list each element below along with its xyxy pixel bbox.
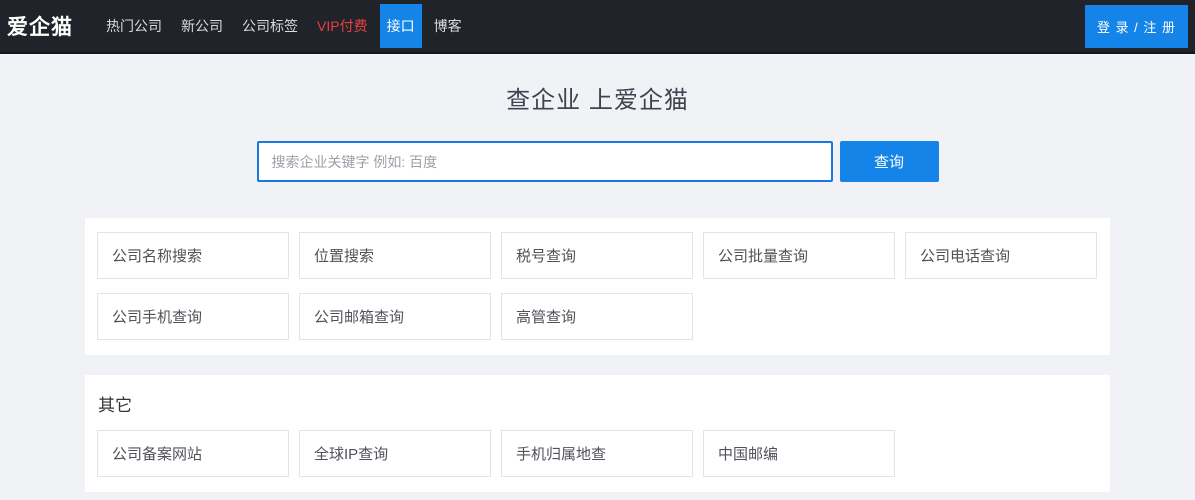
tool-item-executive-query[interactable]: 高管查询 xyxy=(501,293,693,340)
tool-item-batch-company-query[interactable]: 公司批量查询 xyxy=(703,232,895,279)
search-button[interactable]: 查询 xyxy=(840,141,939,182)
nav-item-api[interactable]: 接口 xyxy=(380,4,422,48)
others-card: 其它 公司备案网站 全球IP查询 手机归属地查 中国邮编 xyxy=(85,375,1110,492)
login-register-button[interactable]: 登 录 / 注 册 xyxy=(1085,5,1188,48)
nav-item-blog[interactable]: 博客 xyxy=(427,4,469,48)
other-item-mobile-location-query[interactable]: 手机归属地查 xyxy=(501,430,693,477)
other-item-company-icp-websites[interactable]: 公司备案网站 xyxy=(97,430,289,477)
tool-item-location-search[interactable]: 位置搜索 xyxy=(299,232,491,279)
tool-item-company-name-search[interactable]: 公司名称搜索 xyxy=(97,232,289,279)
others-grid: 公司备案网站 全球IP查询 手机归属地查 中国邮编 xyxy=(97,430,1098,477)
top-navbar: 爱企猫 热门公司 新公司 公司标签 VIP付费 接口 博客 登 录 / 注 册 xyxy=(0,0,1195,54)
search-bar: 查询 xyxy=(0,141,1195,182)
others-section-title: 其它 xyxy=(98,391,1098,416)
nav-item-new-companies[interactable]: 新公司 xyxy=(174,4,230,48)
other-item-china-postcode[interactable]: 中国邮编 xyxy=(703,430,895,477)
other-item-global-ip-query[interactable]: 全球IP查询 xyxy=(299,430,491,477)
nav-item-company-tags[interactable]: 公司标签 xyxy=(235,4,305,48)
tools-card: 公司名称搜索 位置搜索 税号查询 公司批量查询 公司电话查询 公司手机查询 公司… xyxy=(85,218,1110,355)
hero-title: 查企业 上爱企猫 xyxy=(0,80,1195,115)
nav-item-vip-paid[interactable]: VIP付费 xyxy=(310,4,375,48)
main-content: 查企业 上爱企猫 查询 公司名称搜索 位置搜索 税号查询 公司批量查询 公司电话… xyxy=(0,80,1195,492)
tools-grid: 公司名称搜索 位置搜索 税号查询 公司批量查询 公司电话查询 公司手机查询 公司… xyxy=(97,232,1098,340)
tool-item-company-email-query[interactable]: 公司邮箱查询 xyxy=(299,293,491,340)
nav-item-hot-companies[interactable]: 热门公司 xyxy=(99,4,169,48)
tool-item-tax-number-query[interactable]: 税号查询 xyxy=(501,232,693,279)
company-search-input[interactable] xyxy=(257,141,833,182)
tool-item-company-phone-query[interactable]: 公司电话查询 xyxy=(905,232,1097,279)
site-logo[interactable]: 爱企猫 xyxy=(7,11,73,41)
tool-item-company-mobile-query[interactable]: 公司手机查询 xyxy=(97,293,289,340)
